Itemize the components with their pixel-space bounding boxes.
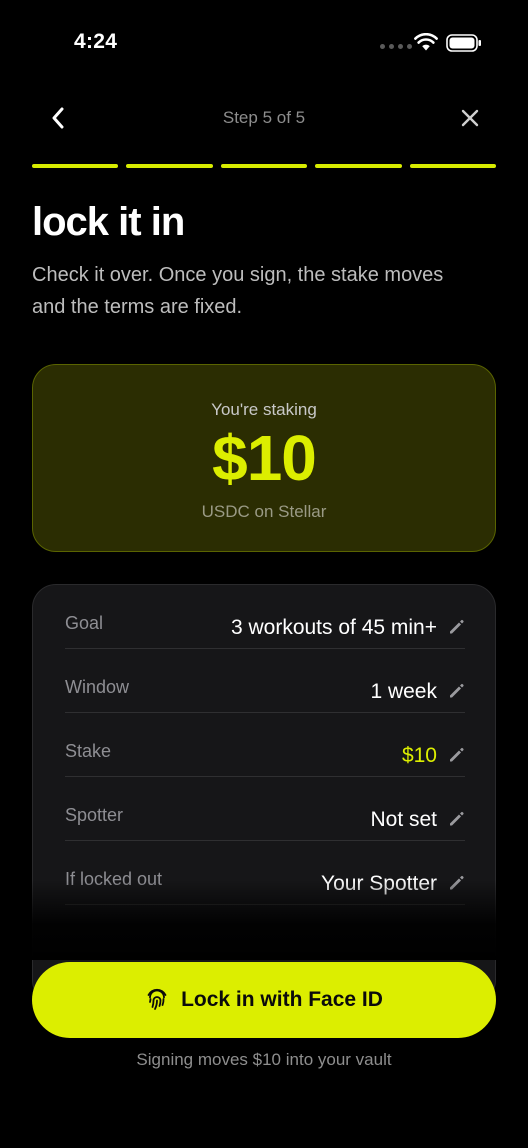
battery-icon [446, 34, 481, 52]
top-nav: Step 5 of 5 [0, 96, 528, 140]
stake-network: USDC on Stellar [201, 502, 327, 521]
lock-in-face-id-button[interactable]: Lock in with Face ID [32, 962, 496, 1038]
edit-spotter-pencil-icon[interactable] [447, 810, 465, 828]
status-time: 4:24 [74, 30, 118, 53]
cta-label: Lock in with Face ID [181, 988, 383, 1011]
progress-segment [32, 164, 119, 168]
detail-row-spotter: Spotter Not set [65, 777, 465, 841]
stake-label: You're staking [211, 400, 317, 419]
stake-amount: $10 [212, 422, 317, 494]
detail-value: $10 [401, 744, 437, 767]
detail-label: Spotter [65, 805, 124, 825]
page-title: lock it in [32, 200, 185, 244]
progress-segment [315, 164, 402, 168]
progress-segment [126, 164, 213, 168]
status-bar: 4:24 [0, 0, 528, 80]
stake-summary-card: You're staking $10 USDC on Stellar [32, 364, 496, 552]
step-indicator: Step 5 of 5 [222, 108, 306, 127]
edit-window-pencil-icon[interactable] [447, 682, 465, 700]
scroll-fade-overlay [0, 880, 528, 960]
detail-label: Window [65, 677, 130, 697]
detail-value: Not set [370, 808, 437, 831]
close-icon [461, 109, 479, 127]
fingerprint-icon [147, 988, 167, 1010]
step-progress-bar [32, 164, 497, 169]
detail-label: Stake [65, 741, 112, 761]
detail-row-goal: Goal 3 workouts of 45 min+ [65, 585, 465, 649]
detail-value: 3 workouts of 45 min+ [230, 616, 437, 639]
signing-footnote: Signing moves $10 into your vault [136, 1050, 392, 1069]
progress-segment [409, 164, 497, 168]
page-subtitle: Check it over. Once you sign, the stake … [32, 264, 444, 318]
progress-segment [220, 164, 308, 168]
edit-goal-pencil-icon[interactable] [447, 618, 465, 636]
detail-row-window: Window 1 week [65, 649, 465, 713]
cellular-signal-icon [380, 44, 412, 49]
detail-label: Goal [65, 613, 104, 633]
close-button[interactable] [456, 104, 484, 132]
detail-row-stake: Stake $10 [65, 713, 465, 777]
edit-stake-pencil-icon[interactable] [447, 746, 465, 764]
wifi-icon [414, 33, 438, 51]
detail-value: 1 week [370, 680, 437, 703]
